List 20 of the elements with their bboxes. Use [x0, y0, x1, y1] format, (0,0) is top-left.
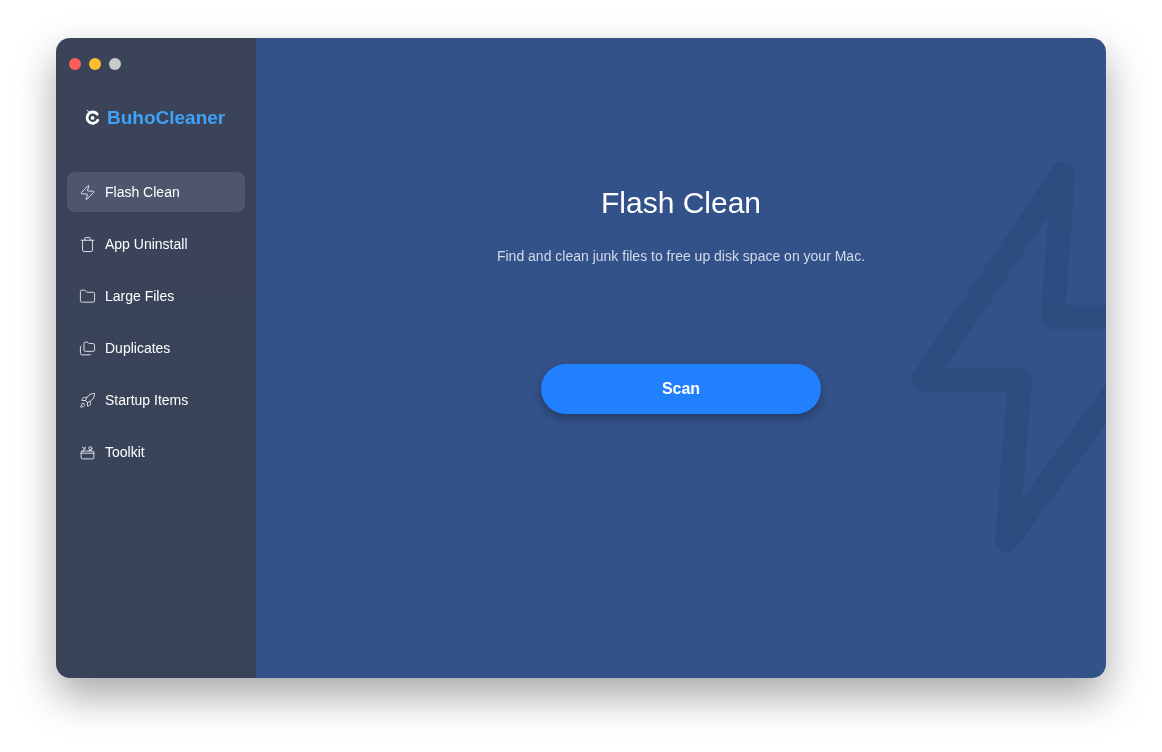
logo-icon [84, 109, 101, 126]
lightning-icon [79, 183, 96, 201]
page-subtitle: Find and clean junk files to free up disk space on your Mac. [496, 247, 866, 266]
trash-icon [79, 235, 96, 253]
minimize-window-icon[interactable] [89, 58, 101, 70]
page-title: Flash Clean [600, 185, 762, 221]
sidebar-item[interactable]: Toolkit [67, 432, 245, 472]
folder-icon [79, 287, 96, 305]
scan-button[interactable]: Scan [541, 364, 821, 414]
zoom-window-icon[interactable] [109, 58, 121, 70]
sidebar-item[interactable]: Startup Items [67, 380, 245, 420]
sidebar-item[interactable]: App Uninstall [67, 224, 245, 264]
rocket-icon [79, 391, 96, 409]
sidebar-item[interactable]: Flash Clean [67, 172, 245, 212]
sidebar-item[interactable]: Duplicates [67, 328, 245, 368]
toolbox-icon [79, 443, 96, 461]
folders-icon [79, 339, 96, 357]
sidebar-item[interactable]: Large Files [67, 276, 245, 316]
app-name: BuhoCleaner [107, 108, 226, 127]
close-window-icon[interactable] [69, 58, 81, 70]
